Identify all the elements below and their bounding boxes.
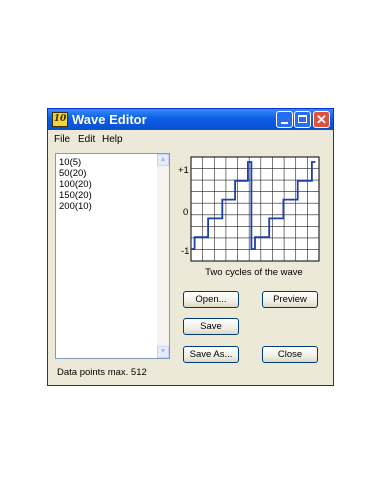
- save-button[interactable]: Save: [183, 318, 239, 335]
- close-button[interactable]: Close: [262, 346, 318, 363]
- chevron-up-icon: ▲: [159, 156, 167, 163]
- y-tick-label: 0: [183, 207, 189, 218]
- app-logo-icon: 10: [52, 112, 68, 127]
- chart-caption: Two cycles of the wave: [205, 267, 303, 278]
- menu-bar: File Edit Help: [48, 131, 333, 149]
- list-scrollbar[interactable]: ▲ ▼: [157, 154, 169, 358]
- list-item[interactable]: 200(10): [59, 201, 92, 212]
- open-button[interactable]: Open...: [183, 291, 239, 308]
- maximize-button[interactable]: [294, 111, 311, 128]
- scroll-down-button[interactable]: ▼: [157, 346, 169, 358]
- y-tick-label: +1: [178, 165, 189, 176]
- list-item[interactable]: 150(20): [59, 190, 92, 201]
- title-bar[interactable]: 10 Wave Editor ✕: [48, 109, 333, 130]
- close-window-button[interactable]: ✕: [313, 111, 330, 128]
- maximize-icon: [298, 115, 307, 123]
- preview-button[interactable]: Preview: [262, 291, 318, 308]
- menu-edit[interactable]: Edit: [78, 134, 95, 146]
- wave-editor-window: 10 Wave Editor ✕ File Edit Help 10(5) 50…: [47, 108, 334, 386]
- menu-file[interactable]: File: [54, 134, 70, 146]
- close-icon: ✕: [316, 112, 327, 127]
- menu-help[interactable]: Help: [102, 134, 123, 146]
- wave-plot: +1 0 -1: [178, 155, 324, 267]
- list-item[interactable]: 50(20): [59, 168, 86, 179]
- status-text: Data points max. 512: [57, 367, 147, 378]
- minimize-icon: [281, 122, 288, 124]
- scroll-up-button[interactable]: ▲: [157, 154, 169, 166]
- save-as-button[interactable]: Save As...: [183, 346, 239, 363]
- minimize-button[interactable]: [276, 111, 293, 128]
- data-points-list[interactable]: 10(5) 50(20) 100(20) 150(20) 200(10) ▲ ▼: [55, 153, 170, 359]
- window-title: Wave Editor: [72, 112, 147, 127]
- chevron-down-icon: ▼: [159, 348, 167, 355]
- list-item[interactable]: 100(20): [59, 179, 92, 190]
- list-item[interactable]: 10(5): [59, 157, 81, 168]
- wave-chart: [190, 156, 320, 262]
